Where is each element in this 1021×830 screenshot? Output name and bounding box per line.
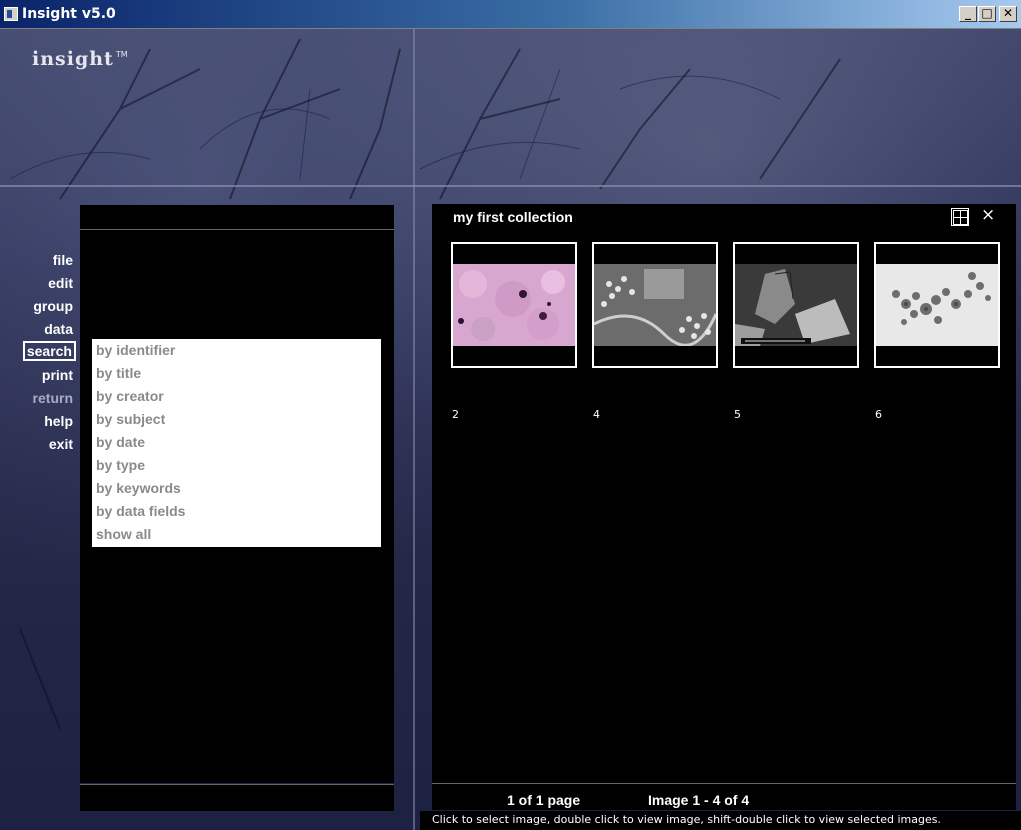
close-window-button[interactable]: ✕ [999,6,1017,22]
menu-item-return[interactable]: return [30,388,76,408]
divider-horizontal [0,185,1021,187]
menu-item-data[interactable]: data [41,319,76,339]
search-by-date[interactable]: by date [92,431,381,454]
thumbnail-image-virus-particles [594,264,716,346]
search-by-title[interactable]: by title [92,362,381,385]
minimize-button[interactable]: _ [959,6,977,22]
left-panel-footer [80,784,394,811]
grid-view-icon[interactable] [951,208,969,226]
thumbnail-label: 5 [734,408,741,421]
thumbnail-label: 6 [875,408,882,421]
thumbnail-image-pink-cells [453,264,575,346]
maximize-button[interactable]: □ [978,6,996,22]
menu-item-group[interactable]: group [30,296,76,316]
divider-vertical [413,29,415,830]
thumbnail-label: 4 [593,408,600,421]
thumbnail-label: 2 [452,408,459,421]
logo-trademark: TM [115,50,128,59]
thumbnail-image-grey-particles [876,264,998,346]
menu-item-search[interactable]: search [22,341,76,361]
search-by-creator[interactable]: by creator [92,385,381,408]
collection-panel: my first collection × 2 4 5 6 1 of 1 pag… [432,204,1016,810]
page-info: 1 of 1 page [507,792,581,808]
app-logo: insight TM [32,48,128,70]
search-show-all[interactable]: show all [92,523,381,546]
image-range: Image 1 - 4 of 4 [648,792,750,808]
menu-item-edit[interactable]: edit [45,273,76,293]
search-by-keywords[interactable]: by keywords [92,477,381,500]
thumbnail-image-crystal-sem [735,264,857,346]
search-by-subject[interactable]: by subject [92,408,381,431]
menu-item-file[interactable]: file [50,250,76,270]
left-panel-header [80,205,394,230]
collection-title: my first collection [453,209,573,225]
title-bar: Insight v5.0 _ □ ✕ [0,0,1021,29]
menu-item-print[interactable]: print [39,365,76,385]
search-by-data-fields[interactable]: by data fields [92,500,381,523]
thumbnail-2[interactable] [451,242,577,368]
app-icon [4,7,18,21]
search-by-identifier[interactable]: by identifier [92,339,381,362]
logo-text: insight [32,48,114,70]
footer-divider [432,783,1016,784]
status-hint: Click to select image, double click to v… [432,813,941,826]
thumbnail-4[interactable] [592,242,718,368]
close-icon[interactable]: × [981,205,995,225]
search-by-type[interactable]: by type [92,454,381,477]
search-submenu: by identifier by title by creator by sub… [92,339,381,547]
thumbnail-6[interactable] [874,242,1000,368]
menu-item-exit[interactable]: exit [46,434,76,454]
menu-item-help[interactable]: help [41,411,76,431]
thumbnail-5[interactable] [733,242,859,368]
window-title: Insight v5.0 [22,6,116,22]
